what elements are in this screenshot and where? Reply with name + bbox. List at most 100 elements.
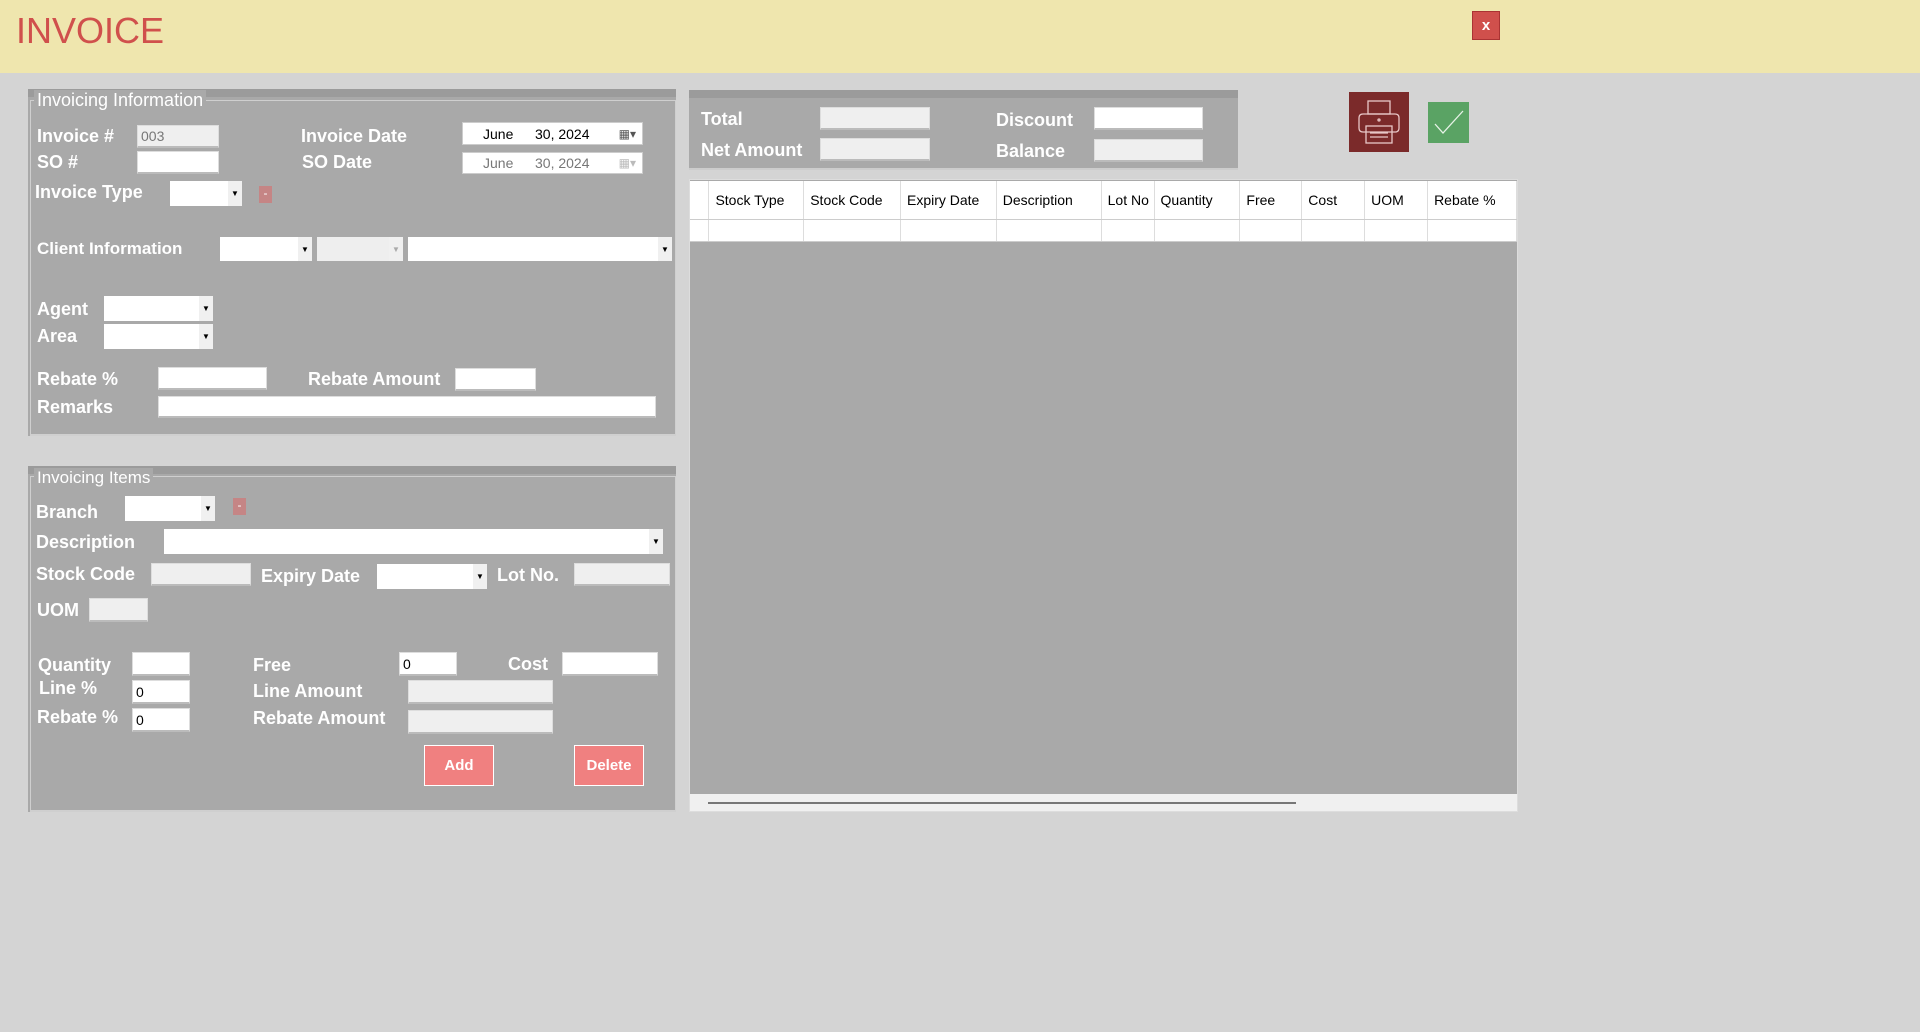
invoice-date-picker[interactable]: June 30, 2024 ▦▾ (462, 122, 643, 145)
chevron-down-icon: ▼ (199, 324, 213, 349)
chevron-down-icon: ▼ (389, 237, 403, 261)
chevron-down-icon: ▼ (658, 237, 672, 261)
column-header-lot-no[interactable]: Lot No (1101, 181, 1155, 220)
agent-select[interactable]: ▼ (104, 296, 213, 321)
invoice-date-label: Invoice Date (301, 126, 408, 146)
confirm-button[interactable] (1428, 102, 1469, 143)
column-header-cost[interactable]: Cost (1301, 181, 1366, 220)
area-select[interactable]: ▼ (104, 324, 213, 349)
chevron-down-icon: ▼ (199, 296, 213, 321)
invoice-date-month: June (483, 125, 514, 142)
rebate-amount-input[interactable] (455, 368, 536, 391)
line-pct-label: Line % (39, 678, 98, 698)
cell[interactable] (1427, 219, 1517, 242)
so-no-input[interactable] (137, 151, 219, 174)
calendar-icon[interactable]: ▦▾ (619, 127, 636, 141)
items-table: Stock Type Stock Code Expiry Date Descri… (690, 181, 1517, 242)
rebate-pct-item-input[interactable] (132, 708, 190, 732)
discount-label: Discount (996, 110, 1074, 130)
cell[interactable] (1154, 219, 1241, 242)
branch-select[interactable]: ▼ (125, 496, 215, 521)
quantity-label: Quantity (38, 655, 112, 675)
branch-remove-button[interactable]: - (233, 498, 246, 515)
free-input[interactable] (399, 652, 457, 676)
column-header-description[interactable]: Description (996, 181, 1102, 220)
free-label: Free (253, 655, 292, 675)
stock-code-label: Stock Code (36, 564, 136, 584)
net-amount-label: Net Amount (701, 140, 803, 160)
balance-input[interactable] (1094, 139, 1203, 162)
stock-code-input[interactable] (151, 563, 251, 586)
page-title: INVOICE (16, 10, 165, 51)
invoice-type-select[interactable]: ▼ (170, 181, 242, 206)
uom-label: UOM (37, 600, 79, 620)
line-amount-label: Line Amount (253, 681, 363, 701)
remarks-input[interactable] (158, 396, 656, 418)
rebate-amount-label: Rebate Amount (308, 369, 441, 389)
client-name-select[interactable]: ▼ (408, 237, 672, 261)
table-row[interactable] (690, 219, 1517, 242)
checkmark-icon (1434, 110, 1464, 134)
rebate-amount-item-input[interactable] (408, 710, 553, 734)
cell[interactable] (708, 219, 805, 242)
line-pct-input[interactable] (132, 680, 190, 704)
cost-input[interactable] (562, 652, 658, 676)
cell[interactable] (1301, 219, 1366, 242)
printer-icon (1358, 100, 1400, 144)
invoicing-items-legend: Invoicing Items (34, 468, 154, 488)
invoice-type-label: Invoice Type (35, 182, 143, 202)
table-header-row: Stock Type Stock Code Expiry Date Descri… (690, 181, 1517, 220)
column-header-uom[interactable]: UOM (1364, 181, 1429, 220)
invoice-type-remove-button[interactable]: - (259, 186, 272, 203)
discount-input[interactable] (1094, 107, 1203, 130)
column-header-free[interactable]: Free (1239, 181, 1303, 220)
column-header-expiry-date[interactable]: Expiry Date (900, 181, 997, 220)
calendar-icon[interactable]: ▦▾ (619, 156, 636, 170)
horizontal-scrollbar[interactable] (690, 794, 1517, 811)
chevron-down-icon: ▼ (473, 564, 487, 589)
row-header[interactable] (690, 219, 710, 242)
client-code-select[interactable]: ▼ (220, 237, 312, 261)
invoice-date-day-year: 30, 2024 (535, 125, 590, 142)
cell[interactable] (996, 219, 1102, 242)
delete-button[interactable]: Delete (574, 745, 644, 786)
add-button[interactable]: Add (424, 745, 494, 786)
invoice-no-input[interactable] (137, 125, 219, 148)
rebate-amount-item-label: Rebate Amount (253, 708, 386, 728)
column-header-stock-type[interactable]: Stock Type (708, 181, 805, 220)
net-amount-input[interactable] (820, 138, 930, 161)
quantity-input[interactable] (132, 652, 190, 676)
rebate-pct-label: Rebate % (37, 369, 119, 389)
agent-label: Agent (37, 299, 88, 319)
column-header-stock-code[interactable]: Stock Code (803, 181, 901, 220)
column-header-rebate-pct[interactable]: Rebate % (1427, 181, 1517, 220)
description-label: Description (36, 532, 136, 552)
so-date-month: June (483, 155, 514, 171)
uom-input[interactable] (89, 598, 148, 622)
row-header-corner (690, 181, 710, 220)
rebate-pct-input[interactable] (158, 367, 267, 390)
client-type-select[interactable]: ▼ (317, 237, 403, 261)
invoice-items-grid[interactable]: Stock Type Stock Code Expiry Date Descri… (689, 179, 1518, 812)
close-button[interactable]: x (1472, 11, 1500, 40)
expiry-date-select[interactable]: ▼ (377, 564, 487, 589)
total-input[interactable] (820, 107, 930, 130)
so-date-picker[interactable]: June 30, 2024 ▦▾ (462, 152, 643, 174)
print-button[interactable] (1349, 92, 1409, 152)
invoicing-information-legend: Invoicing Information (34, 90, 207, 110)
scrollbar-thumb[interactable] (708, 802, 1296, 804)
header-bar: INVOICE x (0, 0, 1920, 73)
cell[interactable] (1239, 219, 1303, 242)
cell[interactable] (803, 219, 901, 242)
chevron-down-icon: ▼ (228, 181, 242, 206)
lot-no-input[interactable] (574, 563, 670, 586)
so-no-label: SO # (37, 152, 79, 172)
balance-label: Balance (996, 141, 1066, 161)
cell[interactable] (1101, 219, 1155, 242)
so-date-day-year: 30, 2024 (535, 155, 590, 171)
cell[interactable] (1364, 219, 1429, 242)
description-select[interactable]: ▼ (164, 529, 663, 554)
line-amount-input[interactable] (408, 680, 553, 704)
column-header-quantity[interactable]: Quantity (1154, 181, 1241, 220)
cell[interactable] (900, 219, 997, 242)
